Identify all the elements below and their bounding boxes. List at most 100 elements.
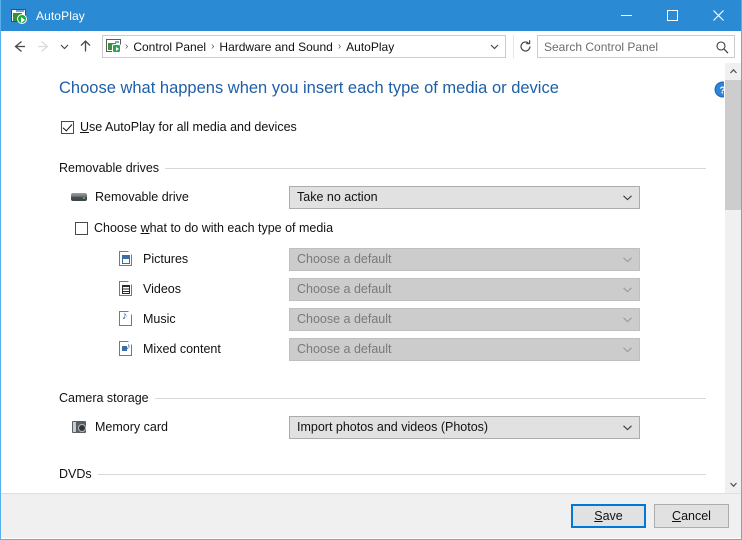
choose-each-type-label-rest: hat to do with each type of media [149,221,334,235]
up-button[interactable] [73,35,97,59]
combo-value-videos: Choose a default [297,282,392,296]
setting-label-removable-drive: Removable drive [59,189,289,205]
section-removable-drives: Removable drives Removable drive Take no… [59,161,706,361]
combo-value-removable-drive: Take no action [297,190,378,204]
setting-text-removable-drive: Removable drive [95,190,189,204]
removable-drive-icon [71,189,87,205]
setting-text-mixed-content: Mixed content [143,342,221,356]
forward-arrow-icon [37,41,49,52]
setting-row-videos: Videos Choose a default [59,277,706,301]
section-title-dvds: DVDs [59,467,92,481]
breadcrumb-control-panel[interactable]: Control Panel [129,39,210,55]
refresh-button[interactable] [513,35,537,58]
combo-value-memory-card: Import photos and videos (Photos) [297,420,489,434]
section-divider-removable-drives [165,167,706,169]
vertical-scrollbar[interactable] [724,63,741,493]
scrollbar-thumb[interactable] [725,80,741,210]
address-dropdown-chevron-icon [490,44,498,50]
combo-removable-drive[interactable]: Take no action [289,185,640,209]
forward-button [31,35,55,59]
choose-each-type-checkbox[interactable] [75,221,88,235]
mixed-content-icon [119,341,135,357]
refresh-icon [520,40,531,52]
page-title: Choose what happens when you insert each… [59,79,559,97]
setting-label-mixed-content: Mixed content [59,341,289,357]
scroll-down-arrow-icon [730,482,737,488]
search-button[interactable] [710,36,734,57]
back-arrow-icon [13,41,25,52]
section-header-removable-drives: Removable drives [59,161,706,175]
choose-each-type-checkbox-row[interactable]: Choose what to do with each type of medi… [75,221,706,235]
section-divider-camera-storage [154,397,706,399]
combo-value-mixed-content: Choose a default [297,342,392,356]
combo-value-music: Choose a default [297,312,392,326]
save-accel: S [594,509,603,523]
close-button[interactable] [695,0,741,31]
setting-row-memory-card: Memory card Import photos and videos (Ph… [59,415,706,439]
chevron-down-icon [622,254,633,265]
setting-text-music: Music [143,312,176,326]
cancel-rest: ancel [681,509,711,523]
minimize-button[interactable] [603,0,649,31]
breadcrumb-autoplay[interactable]: AutoPlay [342,39,398,55]
save-button-label: Save [594,509,623,523]
combo-music: Choose a default [289,307,640,331]
breadcrumb-hardware-and-sound[interactable]: Hardware and Sound [215,39,336,55]
setting-row-pictures: Pictures Choose a default [59,247,706,271]
setting-text-memory-card: Memory card [95,420,168,434]
cancel-button[interactable]: Cancel [654,504,729,528]
choose-each-type-label: Choose what to do with each type of medi… [94,221,333,235]
use-autoplay-label: Use AutoPlay for all media and devices [80,120,297,134]
use-autoplay-accel: U [80,120,90,134]
scroll-up-button[interactable] [725,63,741,80]
cancel-accel: C [672,509,682,523]
navigation-bar: › Control Panel › Hardware and Sound › A… [1,31,741,63]
search-input[interactable] [538,39,710,54]
autoplay-window-icon [11,8,27,24]
save-button[interactable]: Save [571,504,646,528]
section-camera-storage: Camera storage Memory card Import photos… [59,391,706,439]
use-autoplay-checkbox[interactable] [61,120,74,134]
back-button[interactable] [7,35,31,59]
dialog-footer: Save Cancel [1,493,741,538]
setting-label-memory-card: Memory card [59,419,289,435]
setting-row-mixed-content: Mixed content Choose a default [59,337,706,361]
choose-each-type-accel: w [140,221,150,235]
chevron-down-icon [622,284,633,295]
music-icon [119,311,135,327]
section-divider-dvds [97,473,706,475]
recent-locations-button[interactable] [55,35,73,59]
chevron-down-icon [622,344,633,355]
section-header-dvds: DVDs [59,467,706,481]
settings-panel: Choose what happens when you insert each… [1,63,724,493]
combo-value-pictures: Choose a default [297,252,392,266]
combo-memory-card[interactable]: Import photos and videos (Photos) [289,415,640,439]
memory-card-icon [71,419,87,435]
breadcrumb-autoplay-icon [106,39,122,54]
use-autoplay-label-rest: se AutoPlay for all media and devices [89,120,297,134]
recent-locations-chevron-icon [60,44,68,50]
title-bar: AutoPlay [1,0,741,31]
caption-buttons [603,0,741,31]
save-rest: ave [602,509,623,523]
pictures-icon [119,251,135,267]
combo-mixed-content: Choose a default [289,337,640,361]
chevron-down-icon [622,192,633,203]
up-arrow-icon [80,40,90,52]
use-autoplay-checkbox-row[interactable]: Use AutoPlay for all media and devices [61,120,724,134]
scroll-down-button[interactable] [725,476,741,493]
videos-icon [119,281,135,297]
cancel-button-label: Cancel [672,509,711,523]
search-box[interactable] [537,35,735,58]
address-bar[interactable]: › Control Panel › Hardware and Sound › A… [102,35,506,58]
setting-row-music: Music Choose a default [59,307,706,331]
minimize-icon [620,15,632,16]
section-dvds: DVDs [59,467,706,481]
close-icon [712,10,724,21]
maximize-button[interactable] [649,0,695,31]
setting-label-videos: Videos [59,281,289,297]
setting-text-videos: Videos [143,282,181,296]
address-dropdown-button[interactable] [485,36,503,57]
section-title-camera-storage: Camera storage [59,391,149,405]
chevron-down-icon [622,422,633,433]
